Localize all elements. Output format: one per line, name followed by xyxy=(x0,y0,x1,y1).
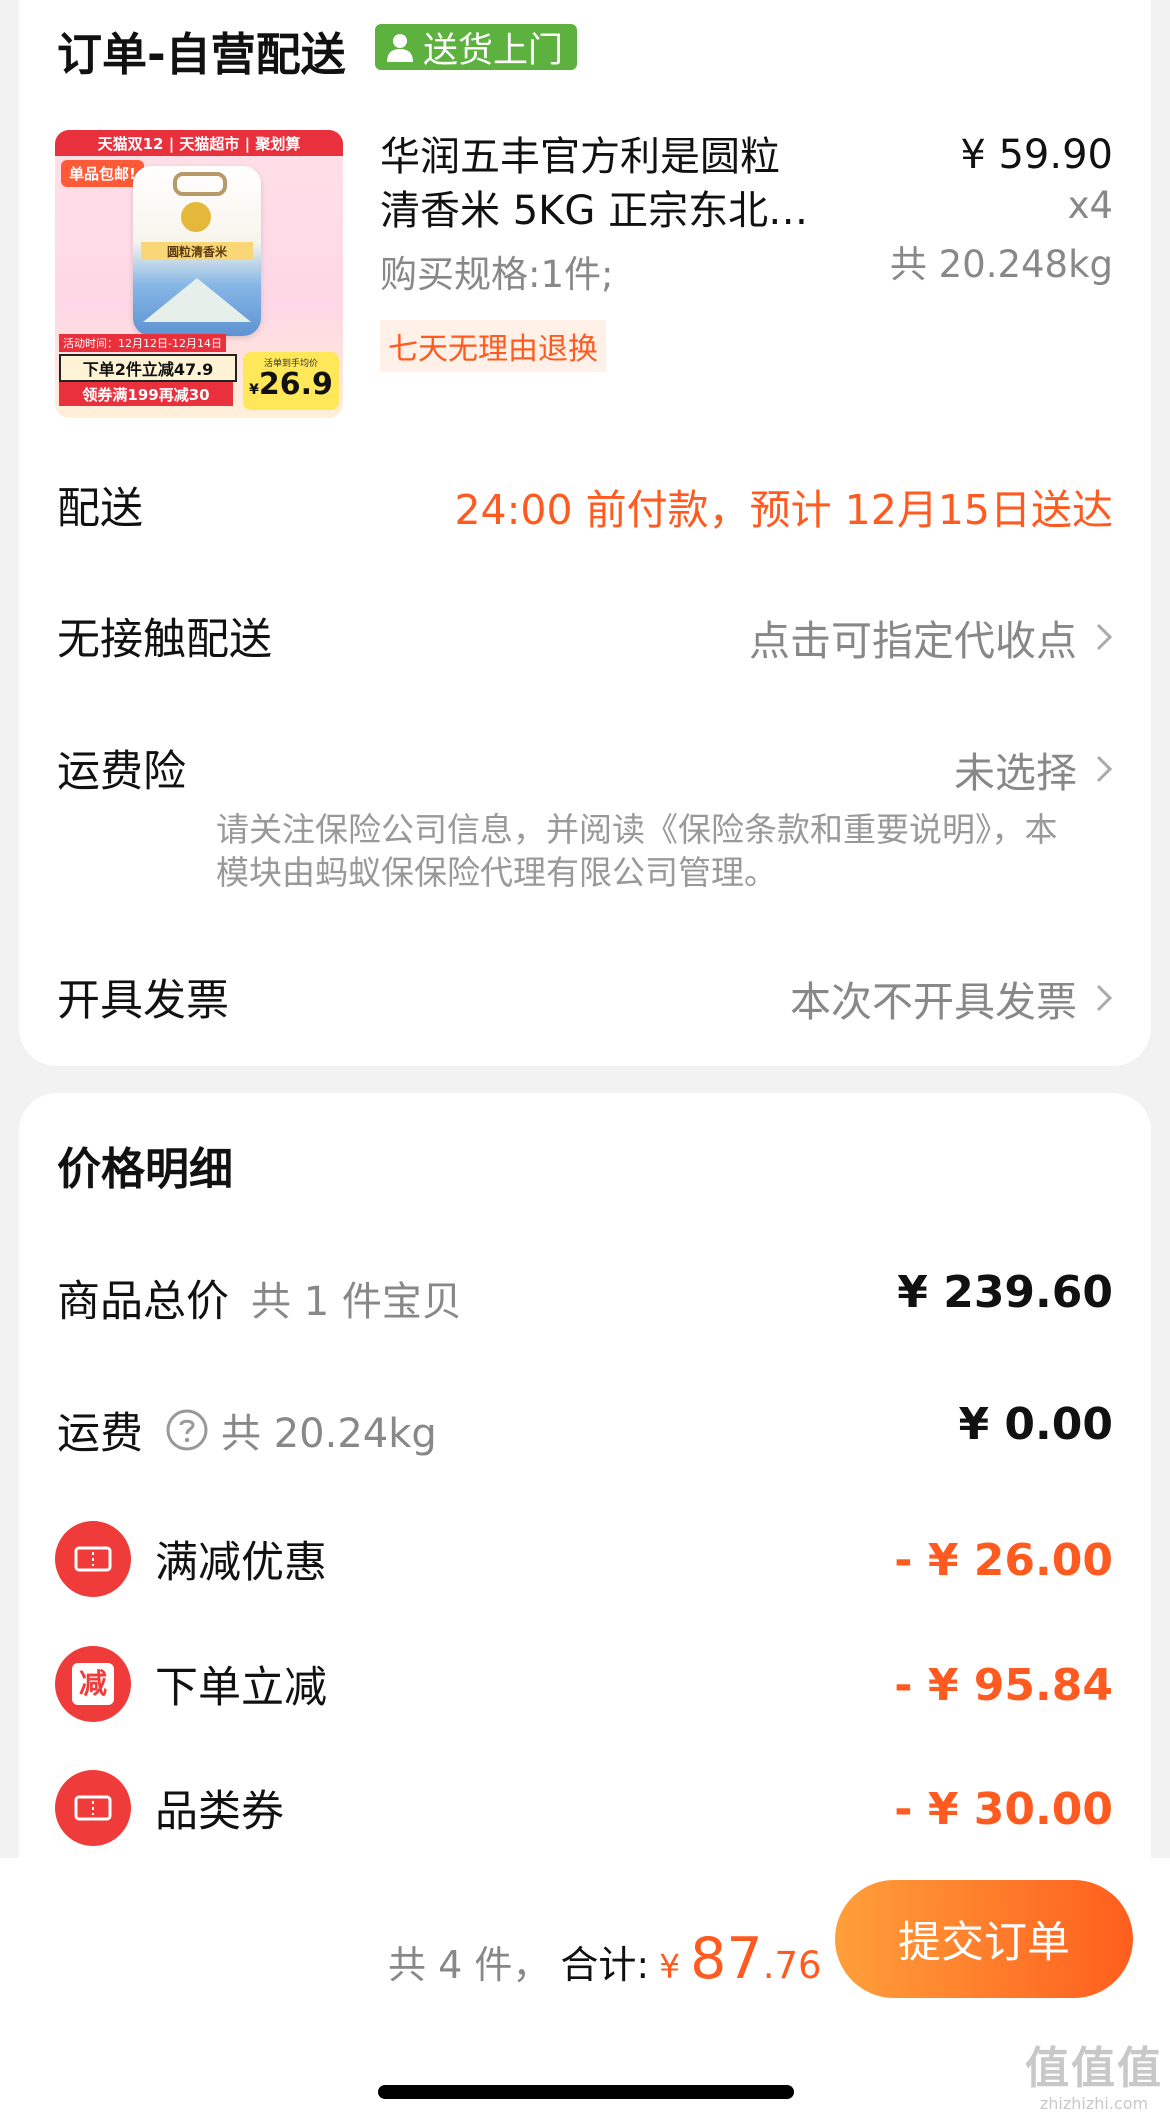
order-title: 订单-自营配送 xyxy=(57,28,346,81)
full-reduction-value: - ¥ 26.00 xyxy=(894,1535,1113,1586)
contactless-label: 无接触配送 xyxy=(57,615,272,665)
checkout-bar: 共 4 件， 合计: ¥ 87 .76 提交订单 值值值 zhizhizhi.c… xyxy=(0,1858,1170,2123)
invoice-row[interactable]: 本次不开具发票 xyxy=(790,968,1113,1028)
item-count: 共 4 件， xyxy=(388,1943,551,1987)
brand-logo xyxy=(181,202,211,232)
home-delivery-badge: 送货上门 xyxy=(375,24,578,71)
insurance-label: 运费险 xyxy=(57,747,186,797)
mountain-graphic xyxy=(143,278,251,322)
chevron-right-icon xyxy=(1096,984,1113,1012)
product-spec: 购买规格:1件; xyxy=(380,253,614,296)
product-price: ¥ 59.90 xyxy=(960,132,1113,178)
ticket-icon xyxy=(55,1521,131,1597)
watermark-url: zhizhizhi.com xyxy=(1039,2094,1149,2113)
person-icon xyxy=(387,34,413,62)
submit-order-button[interactable]: 提交订单 xyxy=(835,1880,1133,1998)
chevron-right-icon xyxy=(1096,755,1113,783)
home-delivery-label: 送货上门 xyxy=(423,30,564,71)
shipping-label: 运费 xyxy=(57,1409,143,1459)
category-coupon-value: - ¥ 30.00 xyxy=(894,1784,1113,1835)
product-quantity: x4 xyxy=(1067,184,1113,227)
total-currency: ¥ xyxy=(659,1947,681,1986)
chevron-right-icon xyxy=(1096,623,1113,651)
insurance-value: 未选择 xyxy=(954,749,1077,797)
insurance-row[interactable]: 未选择 xyxy=(954,739,1113,799)
shipping-row: 运费 共 20.24kg xyxy=(57,1399,437,1461)
contactless-row[interactable]: 点击可指定代收点 xyxy=(749,607,1113,667)
product-image[interactable]: 天猫双12 | 天猫超市 | 聚划算 单品包邮! 圆粒清香米 活动时间：12月1… xyxy=(55,130,343,418)
full-reduction-label: 满减优惠 xyxy=(155,1538,327,1588)
reduce-icon: 减 xyxy=(55,1646,131,1722)
goods-count: 共 1 件宝贝 xyxy=(251,1279,462,1325)
image-price-value: 26.9 xyxy=(258,367,333,402)
price-detail-title: 价格明细 xyxy=(57,1144,233,1195)
rice-bag-graphic: 圆粒清香米 xyxy=(133,166,261,336)
image-price: ¥26.9 xyxy=(243,369,339,406)
watermark-logo: 值值值 xyxy=(1025,2043,1163,2094)
help-icon[interactable] xyxy=(165,1408,209,1452)
goods-total-label: 商品总价 xyxy=(57,1277,229,1327)
image-free-shipping-tag: 单品包邮! xyxy=(61,160,144,187)
image-date: 活动时间：12月12日-12月14日 xyxy=(59,334,226,352)
discount-row-category-coupon: 品类券 xyxy=(55,1770,284,1846)
total-integer: 87 xyxy=(690,1926,763,1992)
order-card: 订单-自营配送 送货上门 天猫双12 | 天猫超市 | 聚划算 单品包邮! 圆粒… xyxy=(19,0,1151,1066)
delivery-value: 24:00 前付款，预计 12月15日送达 xyxy=(454,486,1113,534)
image-price-currency: ¥ xyxy=(249,382,259,398)
invoice-label: 开具发票 xyxy=(57,976,229,1026)
total-decimal: .76 xyxy=(762,1944,822,1987)
shipping-weight: 共 20.24kg xyxy=(221,1411,437,1457)
discount-row-order-reduction: 减 下单立减 xyxy=(55,1646,327,1722)
image-top-banner: 天猫双12 | 天猫超市 | 聚划算 xyxy=(55,130,343,156)
product-name-line1: 华润五丰官方利是圆粒 xyxy=(380,134,780,180)
bag-handle xyxy=(173,172,227,196)
home-indicator[interactable] xyxy=(378,2085,794,2099)
delivery-label: 配送 xyxy=(57,484,143,534)
contactless-value: 点击可指定代收点 xyxy=(749,617,1077,665)
product-weight: 共 20.248kg xyxy=(889,243,1113,286)
ticket-icon xyxy=(55,1770,131,1846)
invoice-value: 本次不开具发票 xyxy=(790,978,1077,1026)
reduce-icon-text: 减 xyxy=(72,1663,114,1705)
insurance-note: 请关注保险公司信息，并阅读《保险条款和重要说明》，本模块由蚂蚁保保险代理有限公司… xyxy=(216,810,1058,892)
goods-total-row: 商品总价 共 1 件宝贝 xyxy=(57,1267,462,1329)
shipping-value: ¥ 0.00 xyxy=(958,1399,1114,1450)
product-name[interactable]: 华润五丰官方利是圆粒 清香米 5KG 正宗东北… xyxy=(380,130,840,238)
product-name-line2: 清香米 5KG 正宗东北… xyxy=(380,188,809,234)
watermark: 值值值 zhizhizhi.com xyxy=(1018,2044,1170,2114)
category-coupon-label: 品类券 xyxy=(155,1787,284,1837)
order-reduction-value: - ¥ 95.84 xyxy=(894,1660,1113,1711)
image-promo: 下单2件立减47.9 xyxy=(59,354,237,382)
image-price-box: 活单到手均价 ¥26.9 xyxy=(243,352,339,410)
discount-row-full-reduction: 满减优惠 xyxy=(55,1521,327,1597)
bag-label: 圆粒清香米 xyxy=(141,242,253,260)
total-label: 合计: xyxy=(560,1943,650,1987)
order-reduction-label: 下单立减 xyxy=(155,1663,327,1713)
goods-total-value: ¥ 239.60 xyxy=(897,1267,1113,1318)
return-policy-tag: 七天无理由退换 xyxy=(380,320,606,372)
image-coupon-promo: 领券满199再减30 xyxy=(59,382,233,406)
order-total: 共 4 件， 合计: ¥ 87 .76 xyxy=(388,1926,822,1992)
